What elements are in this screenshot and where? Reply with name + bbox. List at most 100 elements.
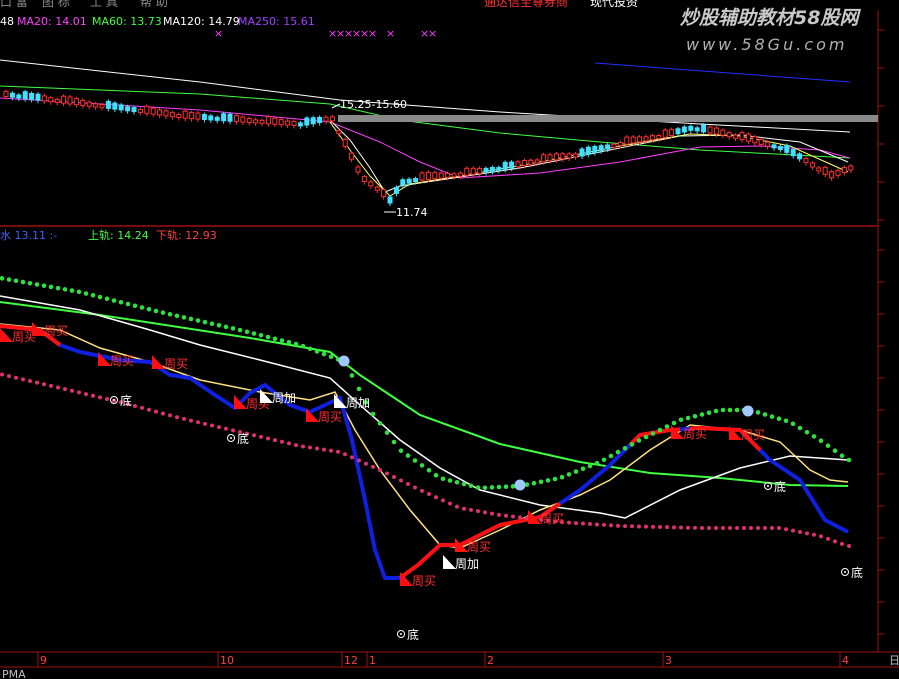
candle (336, 130, 342, 135)
status-tab[interactable]: PMA (2, 668, 26, 679)
buy-signal-label: 周买 (164, 357, 188, 371)
buy-signal-label: 周买 (412, 574, 436, 588)
menu-item-help[interactable]: 帮 助 (140, 0, 168, 9)
x-tick-label: 10 (220, 654, 234, 667)
candle (470, 167, 476, 175)
lower-dot (343, 452, 347, 457)
menu-item-chart[interactable]: 图 标 (42, 0, 70, 9)
lower-dot (763, 526, 767, 530)
candle (80, 99, 86, 106)
upper-dot (293, 341, 299, 347)
top-indicator-label: 48 (0, 15, 14, 28)
x-tick-label: 4 (842, 654, 849, 667)
lower-dot (259, 434, 263, 439)
top-indicator-label: MA20: 14.01 (17, 15, 87, 28)
bottom-signal-label: 底 (851, 565, 863, 580)
upper-dot (209, 321, 215, 327)
lower-dot (168, 413, 172, 418)
upper-dot (265, 334, 271, 340)
upper-dot (650, 431, 656, 436)
lower-dot (847, 544, 851, 548)
candle (656, 135, 662, 140)
x-tick-label: 3 (665, 654, 672, 667)
upper-dot (55, 285, 61, 291)
upper-dot (783, 418, 789, 424)
candle (611, 143, 617, 148)
candle (438, 172, 444, 179)
candle (816, 167, 822, 172)
lower-dot (791, 528, 795, 533)
lower-dot (448, 501, 452, 506)
candle (809, 162, 815, 168)
candle (163, 110, 169, 117)
upper-dot (328, 354, 334, 360)
candle (3, 90, 9, 97)
lower-dot (63, 387, 67, 392)
lower-dot (420, 488, 424, 493)
upper-dot (643, 434, 649, 440)
bottom-signal-label: 底 (774, 479, 786, 494)
lower-dot (91, 393, 95, 398)
upper-dot (237, 327, 243, 333)
candle (342, 138, 348, 147)
candle (93, 103, 99, 108)
candle (112, 102, 118, 110)
candle (560, 153, 566, 160)
upper-dot (706, 410, 712, 416)
x-marker: × (368, 27, 377, 40)
candle (483, 167, 489, 173)
upper-dot (62, 287, 68, 292)
upper-dot (545, 478, 551, 483)
upper-dot (321, 351, 327, 357)
x-tick-label: 2 (487, 654, 494, 667)
upper-dot (762, 412, 768, 417)
upper-dot (195, 318, 201, 323)
stock-chart[interactable]: 口 富 图 标 工 具 帮 助 通达信至尊券商 现代投资 炒股辅助教材58股网 … (0, 0, 899, 679)
upper-dot (433, 472, 439, 478)
lower-dot (196, 420, 200, 425)
resistance-band (338, 115, 878, 122)
lower-dot (616, 523, 620, 528)
lower-dot (812, 532, 816, 537)
upper-dot (314, 349, 320, 354)
buy-signal-label: 周买 (540, 512, 564, 526)
menu-item-tools[interactable]: 工 具 (90, 0, 118, 9)
lower-dot (588, 522, 592, 526)
candle (432, 172, 438, 180)
candle (41, 95, 47, 102)
upper-dot (391, 439, 397, 445)
candle (445, 172, 451, 178)
candle (144, 105, 150, 114)
candle (425, 171, 431, 180)
lower-dot (609, 523, 613, 528)
lower-dot (497, 512, 501, 517)
candle (579, 148, 585, 157)
upper-dot (727, 407, 733, 413)
candle (515, 161, 521, 168)
candle (16, 94, 22, 99)
upper-dot (552, 476, 558, 482)
candle (765, 141, 771, 147)
lower-dot (21, 377, 25, 382)
candle (835, 169, 841, 176)
upper-dot (573, 469, 579, 474)
menu-item-file[interactable]: 口 富 (0, 0, 28, 9)
buy-signal-label: 周买 (683, 427, 707, 441)
upper-dot (167, 311, 173, 317)
candle (297, 122, 303, 127)
candle (694, 127, 700, 132)
upper-dot (160, 310, 166, 315)
candle (477, 167, 483, 174)
upper-dot (454, 479, 460, 485)
lower-dot (462, 506, 466, 511)
upper-dot (76, 289, 82, 295)
lower-dot (658, 525, 662, 529)
candle (393, 186, 399, 194)
upper-dot (307, 346, 313, 352)
upper-dot (699, 412, 705, 417)
upper-dot (405, 453, 411, 458)
upper-dot (713, 408, 719, 414)
candle (323, 116, 329, 122)
lower-dot (56, 385, 60, 390)
upper-dot (622, 445, 628, 451)
